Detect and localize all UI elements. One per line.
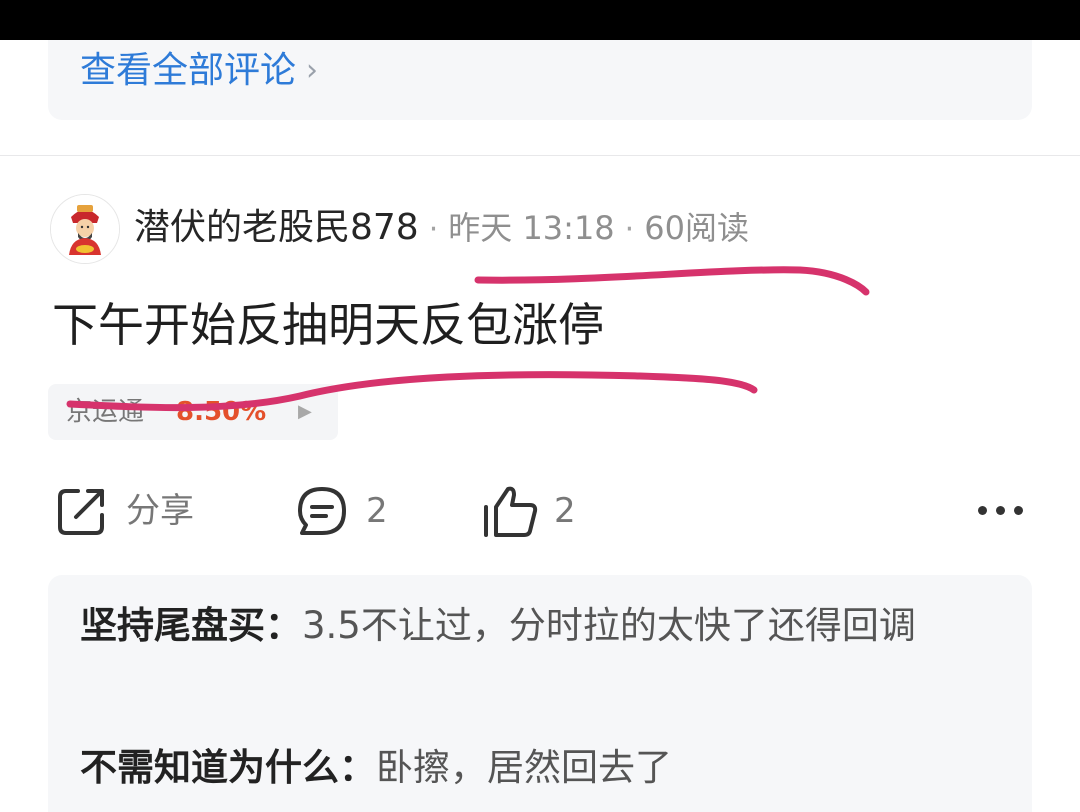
comment-item[interactable]: 不需知道为什么：卧擦，居然回去了	[80, 739, 990, 797]
status-bar	[0, 0, 1080, 40]
comment-text: 卧擦，居然回去了	[376, 746, 672, 789]
dot-icon	[978, 506, 987, 515]
post-time: 昨天 13:18	[448, 209, 615, 247]
like-count: 2	[554, 491, 576, 531]
stock-change: 8.50%	[176, 397, 267, 427]
stock-name: 京运通	[66, 397, 145, 427]
thumbs-up-icon	[484, 486, 538, 537]
post-title[interactable]: 下午开始反抽明天反包涨停	[52, 290, 604, 360]
post-meta: 潜伏的老股民878 · 昨天 13:18 · 60阅读	[134, 200, 749, 256]
view-all-comments-link[interactable]: 查看全部评论 ›	[80, 46, 318, 96]
stock-tag[interactable]: 京运通 8.50% ▶	[48, 384, 338, 440]
share-button[interactable]: 分享	[54, 478, 214, 544]
meta-separator: ·	[624, 212, 635, 247]
caishen-avatar-icon	[51, 195, 119, 263]
dot-icon	[996, 506, 1005, 515]
dot-icon	[1014, 506, 1023, 515]
meta-separator: ·	[428, 212, 439, 247]
read-count: 60阅读	[644, 209, 749, 247]
view-all-comments-label: 查看全部评论	[80, 50, 297, 91]
like-button[interactable]: 2	[482, 478, 592, 544]
more-options-button[interactable]	[970, 490, 1030, 530]
comment-count: 2	[366, 491, 388, 531]
previous-post-comments-card: 查看全部评论 ›	[48, 40, 1032, 120]
comment-user: 不需知道为什么：	[80, 746, 376, 789]
author-name[interactable]: 潜伏的老股民878	[134, 207, 419, 248]
comment-button[interactable]: 2	[294, 478, 404, 544]
share-label: 分享	[126, 491, 194, 531]
chevron-right-icon: ›	[306, 53, 319, 88]
triangle-right-icon: ▶	[298, 401, 312, 422]
post-divider	[0, 155, 1080, 156]
comment-user: 坚持尾盘买：	[80, 604, 302, 647]
comment-bubble-icon	[298, 487, 346, 535]
comment-text: 3.5不让过，分时拉的太快了还得回调	[302, 604, 916, 647]
comments-preview-card[interactable]: 坚持尾盘买：3.5不让过，分时拉的太快了还得回调 不需知道为什么：卧擦，居然回去…	[48, 575, 1032, 812]
comment-item[interactable]: 坚持尾盘买：3.5不让过，分时拉的太快了还得回调	[80, 597, 990, 655]
post-page: 查看全部评论 › 潜伏的老股民878 · 昨天 13:18 · 60阅读 下午开始反抽明天…	[0, 0, 1080, 812]
share-icon	[58, 489, 104, 535]
avatar[interactable]	[50, 194, 120, 264]
